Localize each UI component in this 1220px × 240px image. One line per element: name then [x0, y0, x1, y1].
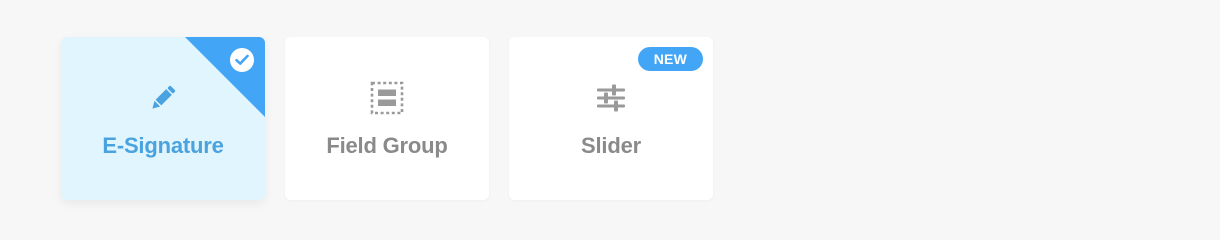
card-label: Field Group — [326, 133, 448, 158]
sliders-icon — [597, 84, 625, 112]
field-group-icon — [370, 81, 404, 115]
card-label: Slider — [581, 133, 641, 158]
card-label: E-Signature — [102, 133, 224, 158]
card-field-group[interactable]: Field Group — [285, 37, 489, 200]
checkmark-icon — [235, 54, 249, 65]
card-slider[interactable]: NEW Slider — [509, 37, 713, 200]
field-type-grid: E-Signature Field Group NEW Slider — [61, 37, 713, 200]
selected-check-badge — [230, 48, 254, 72]
pencil-icon — [152, 85, 176, 109]
selected-corner-indicator — [185, 37, 265, 117]
new-badge: NEW — [637, 47, 703, 71]
card-e-signature[interactable]: E-Signature — [61, 37, 265, 200]
